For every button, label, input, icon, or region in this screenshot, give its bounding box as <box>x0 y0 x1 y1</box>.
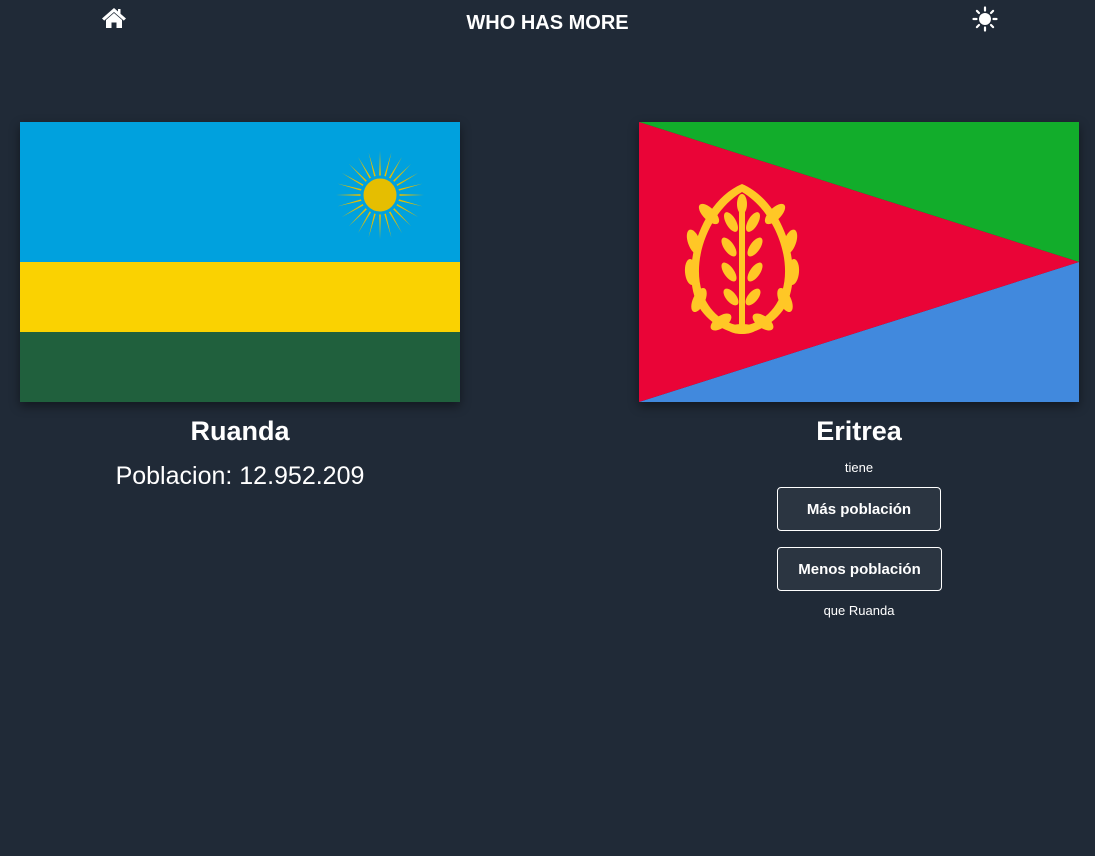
question-suffix: que Ruanda <box>823 603 895 618</box>
right-country-name: Eritrea <box>816 416 902 446</box>
eritrea-flag <box>639 122 1079 402</box>
question-prefix: tiene <box>844 460 874 475</box>
left-country-population: Poblacion: 12.952.209 <box>115 462 365 490</box>
left-country-name: Ruanda <box>190 416 290 446</box>
top-bar: WHO HAS MORE <box>0 0 1095 48</box>
app-title: WHO HAS MORE <box>466 12 629 34</box>
more-population-button[interactable]: Más población <box>777 487 941 531</box>
less-population-button[interactable]: Menos población <box>777 547 942 591</box>
sun-icon[interactable] <box>972 6 998 32</box>
rwanda-flag <box>20 122 460 402</box>
